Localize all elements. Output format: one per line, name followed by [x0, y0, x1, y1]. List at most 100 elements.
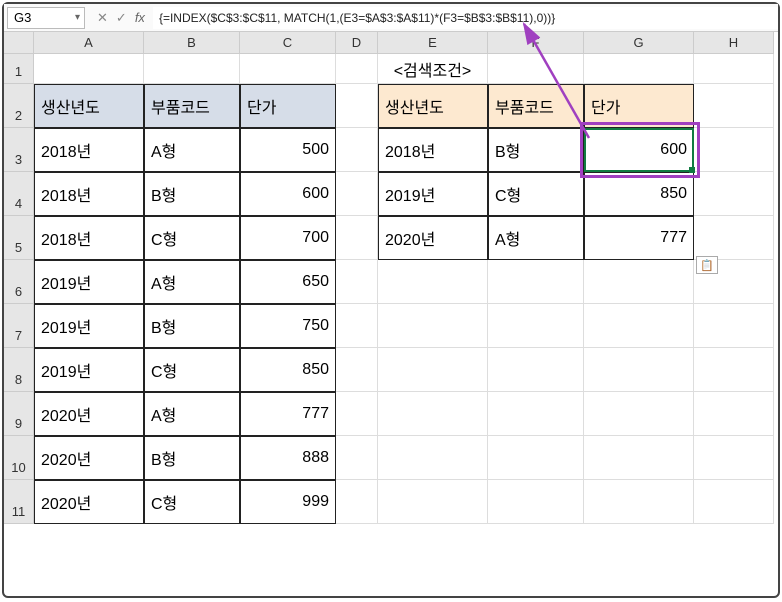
cell[interactable] [488, 260, 584, 304]
cell[interactable] [336, 128, 378, 172]
cell[interactable] [336, 304, 378, 348]
cell[interactable] [694, 480, 774, 524]
row-header[interactable]: 8 [4, 348, 34, 392]
cell[interactable]: 2018년 [34, 216, 144, 260]
cell[interactable] [336, 260, 378, 304]
cell[interactable]: 생산년도 [378, 84, 488, 128]
cell[interactable] [488, 348, 584, 392]
cell[interactable] [584, 260, 694, 304]
cell[interactable] [336, 54, 378, 84]
cell[interactable]: 부품코드 [488, 84, 584, 128]
cell[interactable] [240, 54, 336, 84]
cell[interactable] [584, 480, 694, 524]
cell[interactable] [378, 304, 488, 348]
cell[interactable] [378, 480, 488, 524]
cancel-icon[interactable]: ✕ [97, 10, 108, 26]
cell[interactable]: B형 [144, 172, 240, 216]
column-header[interactable]: H [694, 32, 774, 54]
cell[interactable]: 888 [240, 436, 336, 480]
row-header[interactable]: 7 [4, 304, 34, 348]
cell[interactable]: 600 [584, 128, 694, 172]
cell[interactable] [378, 392, 488, 436]
row-header[interactable]: 4 [4, 172, 34, 216]
cell[interactable]: 2019년 [34, 304, 144, 348]
cell[interactable] [336, 348, 378, 392]
cell[interactable] [584, 436, 694, 480]
row-header[interactable]: 6 [4, 260, 34, 304]
row-header[interactable]: 5 [4, 216, 34, 260]
cell[interactable]: 650 [240, 260, 336, 304]
row-header[interactable]: 9 [4, 392, 34, 436]
cell[interactable]: 777 [584, 216, 694, 260]
column-header[interactable]: G [584, 32, 694, 54]
name-box[interactable]: G3 ▾ [7, 7, 85, 29]
cell[interactable]: 생산년도 [34, 84, 144, 128]
column-header[interactable]: B [144, 32, 240, 54]
cell[interactable] [336, 84, 378, 128]
cell[interactable]: 2020년 [34, 480, 144, 524]
cell[interactable] [336, 392, 378, 436]
cell[interactable] [584, 392, 694, 436]
column-header[interactable]: C [240, 32, 336, 54]
row-header[interactable]: 10 [4, 436, 34, 480]
cell[interactable]: A형 [144, 128, 240, 172]
cell[interactable] [694, 128, 774, 172]
cell[interactable]: 2020년 [378, 216, 488, 260]
cell[interactable]: 2018년 [34, 172, 144, 216]
cell[interactable]: A형 [488, 216, 584, 260]
formula-input[interactable] [153, 7, 778, 29]
fx-icon[interactable]: fx [135, 10, 145, 25]
cell[interactable]: A형 [144, 392, 240, 436]
cell[interactable] [488, 480, 584, 524]
cell[interactable] [694, 54, 774, 84]
cell[interactable]: C형 [488, 172, 584, 216]
cell[interactable]: 2019년 [378, 172, 488, 216]
paste-options-button[interactable] [696, 256, 718, 274]
cell[interactable] [336, 216, 378, 260]
cell[interactable] [584, 348, 694, 392]
cell[interactable] [378, 436, 488, 480]
cell[interactable]: B형 [144, 304, 240, 348]
column-header[interactable]: A [34, 32, 144, 54]
cell[interactable]: 2020년 [34, 392, 144, 436]
cell[interactable]: C형 [144, 216, 240, 260]
cell[interactable]: 2018년 [34, 128, 144, 172]
cell[interactable]: 단가 [240, 84, 336, 128]
cell[interactable] [584, 54, 694, 84]
column-header[interactable]: F [488, 32, 584, 54]
cell[interactable] [378, 348, 488, 392]
cell[interactable]: C형 [144, 480, 240, 524]
cell[interactable] [694, 84, 774, 128]
cell[interactable]: 777 [240, 392, 336, 436]
row-header[interactable]: 2 [4, 84, 34, 128]
cell[interactable]: 2020년 [34, 436, 144, 480]
cell[interactable] [694, 436, 774, 480]
cell[interactable] [488, 304, 584, 348]
cell[interactable] [584, 304, 694, 348]
cell[interactable] [694, 304, 774, 348]
cell[interactable]: 850 [584, 172, 694, 216]
cell[interactable]: 2018년 [378, 128, 488, 172]
cell[interactable]: 850 [240, 348, 336, 392]
enter-icon[interactable]: ✓ [116, 10, 127, 26]
cell[interactable] [144, 54, 240, 84]
cell[interactable] [488, 392, 584, 436]
select-all-corner[interactable] [4, 32, 34, 54]
cell[interactable]: 500 [240, 128, 336, 172]
cell[interactable] [694, 172, 774, 216]
column-header[interactable]: D [336, 32, 378, 54]
row-header[interactable]: 11 [4, 480, 34, 524]
cell[interactable]: 2019년 [34, 260, 144, 304]
chevron-down-icon[interactable]: ▾ [75, 12, 80, 23]
cell[interactable] [488, 436, 584, 480]
cell[interactable]: 600 [240, 172, 336, 216]
cell[interactable] [378, 260, 488, 304]
row-header[interactable]: 3 [4, 128, 34, 172]
cell[interactable]: 단가 [584, 84, 694, 128]
cell[interactable] [488, 54, 584, 84]
cell[interactable]: C형 [144, 348, 240, 392]
cell[interactable]: 부품코드 [144, 84, 240, 128]
cell[interactable]: B형 [488, 128, 584, 172]
cell[interactable] [336, 480, 378, 524]
cell[interactable] [336, 436, 378, 480]
